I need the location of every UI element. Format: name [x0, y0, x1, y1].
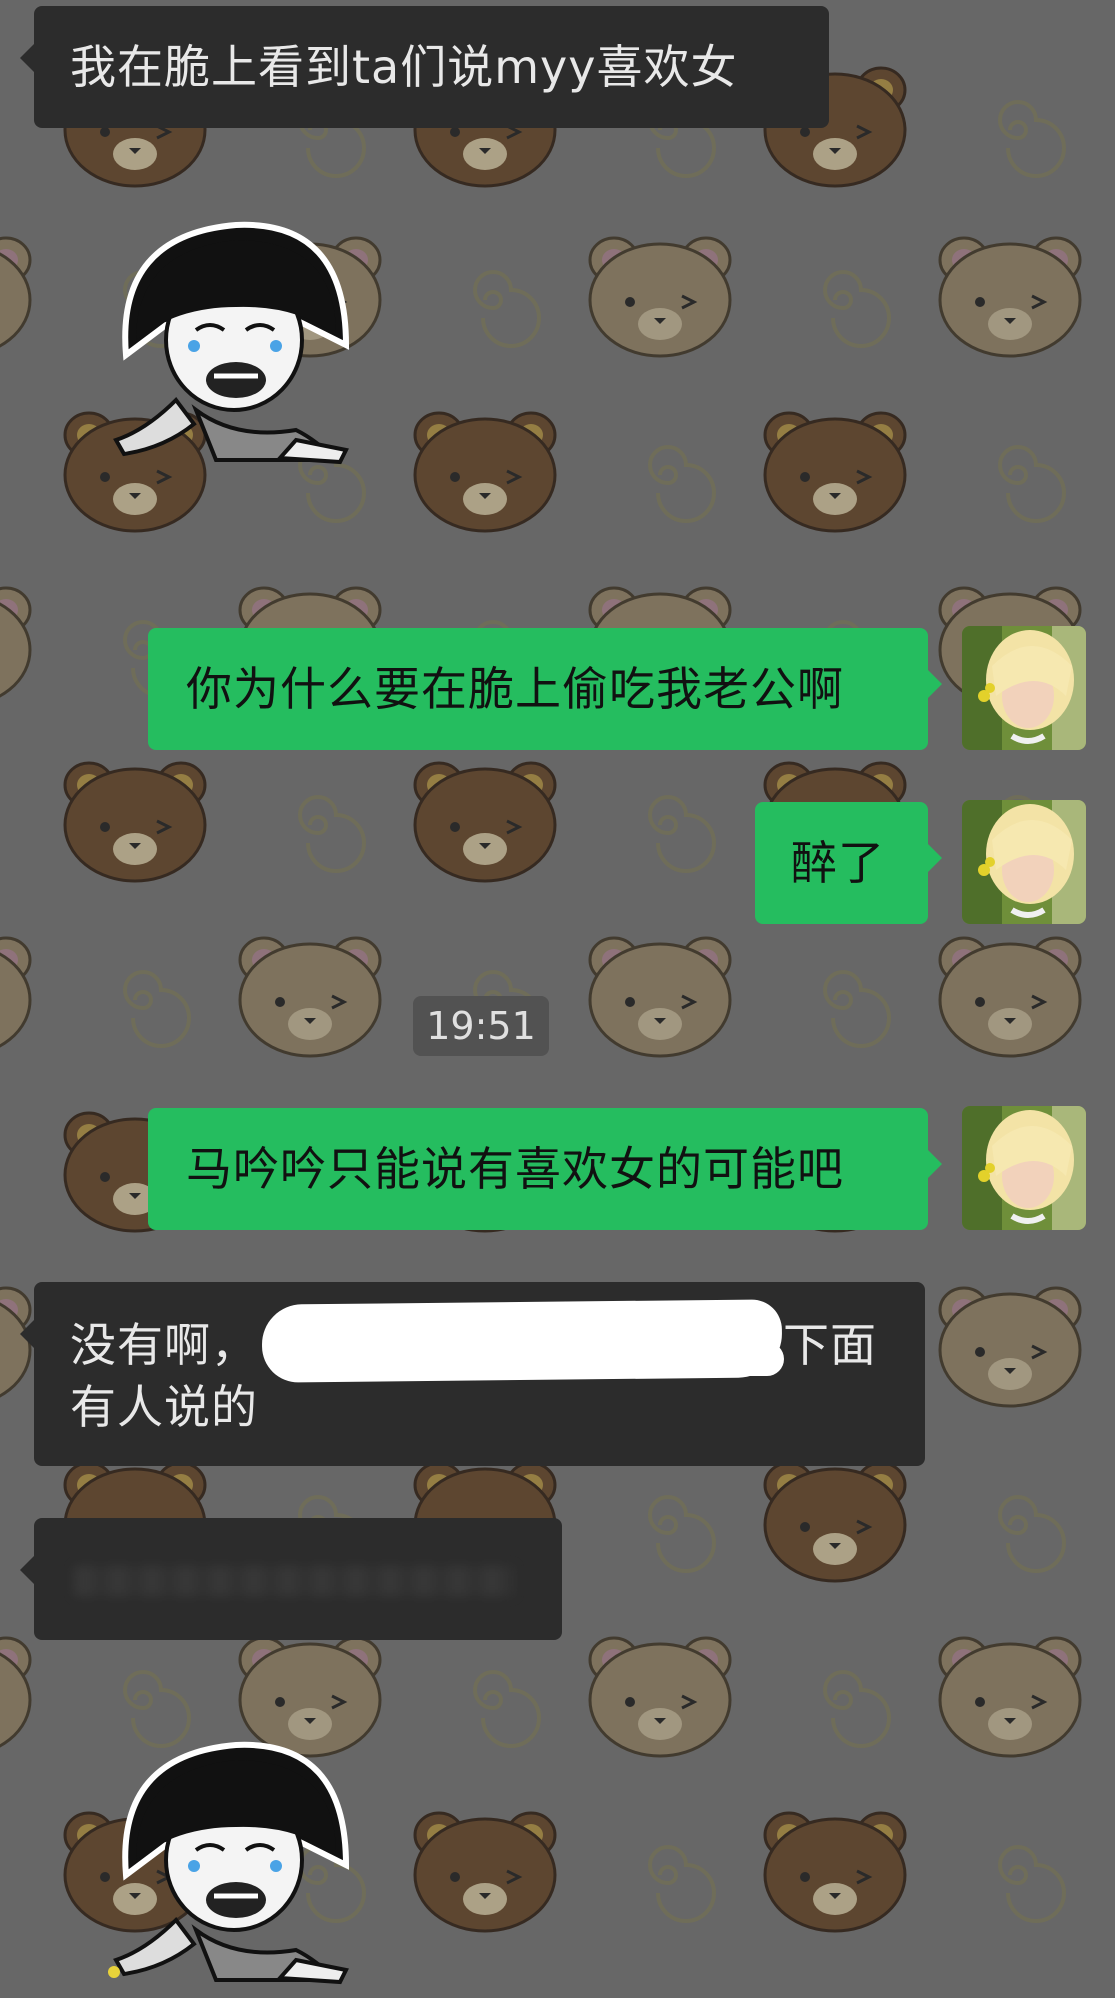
message-text-start: 没有啊， — [70, 1318, 258, 1372]
message-bubble-outgoing[interactable]: 马吟吟只能说有喜欢女的可能吧 — [148, 1108, 942, 1230]
user-avatar[interactable] — [962, 626, 1086, 750]
user-avatar[interactable] — [962, 800, 1086, 924]
message-bubble-outgoing[interactable]: 醉了 — [755, 802, 942, 924]
chat-window: 我在脆上看到ta们说myy喜欢女 你为什么要在脆上偷吃我老公啊 醉了 19:51… — [0, 0, 1115, 1998]
user-avatar[interactable] — [962, 1106, 1086, 1230]
blurred-text — [74, 1566, 514, 1596]
message-text: 你为什么要在脆上偷吃我老公啊 — [186, 662, 844, 716]
message-timestamp: 19:51 — [413, 996, 549, 1056]
message-text: 醉了 — [791, 836, 885, 890]
message-bubble-incoming[interactable] — [20, 1518, 562, 1640]
message-text: 马吟吟只能说有喜欢女的可能吧 — [186, 1142, 844, 1196]
message-text-line: 有人说的 — [70, 1380, 258, 1434]
redaction-mark — [674, 1342, 784, 1376]
message-bubble-incoming[interactable]: 我在脆上看到ta们说myy喜欢女 — [20, 6, 829, 128]
crying-mushroom-head-sticker[interactable] — [96, 190, 376, 470]
message-bubble-outgoing[interactable]: 你为什么要在脆上偷吃我老公啊 — [148, 628, 942, 750]
message-text: 我在脆上看到ta们说myy喜欢女 — [70, 40, 738, 94]
crying-mushroom-head-sticker[interactable] — [96, 1710, 376, 1998]
message-bubble-incoming[interactable]: 没有啊， 頻下面 有人说的 — [20, 1282, 925, 1466]
